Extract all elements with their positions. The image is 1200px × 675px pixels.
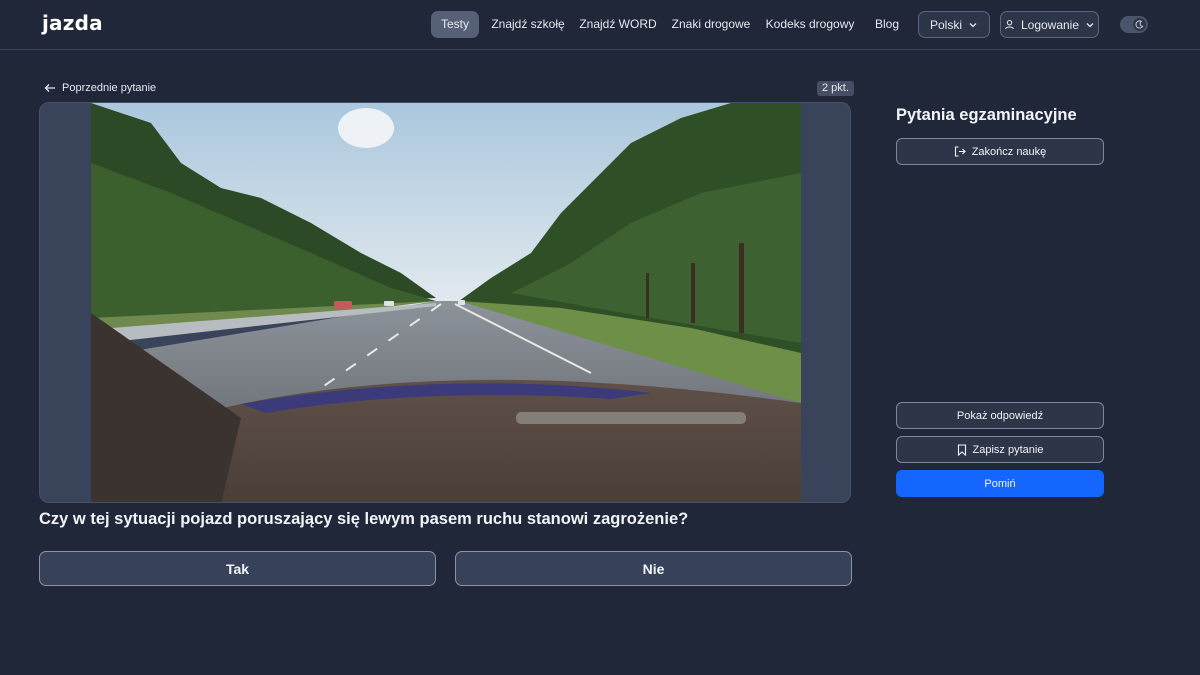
logo-text: jazda <box>42 11 103 35</box>
end-learning-button[interactable]: Zakończ naukę <box>896 138 1104 165</box>
login-button[interactable]: Logowanie <box>1000 11 1099 38</box>
skip-button[interactable]: Pomiń <box>896 470 1104 497</box>
chevron-down-icon <box>1086 22 1094 27</box>
login-label: Logowanie <box>1020 17 1080 32</box>
chevron-down-icon <box>969 22 977 27</box>
nav-item-testy[interactable]: Testy <box>431 11 479 38</box>
sidebar-title: Pytania egzaminacyjne <box>896 106 1077 124</box>
nav-item-kodeks-drogowy[interactable]: Kodeks drogowy <box>764 11 856 38</box>
previous-question-label: Poprzednie pytanie <box>62 82 157 94</box>
nav-item-znajdz-word[interactable]: Znajdź WORD <box>578 11 658 38</box>
answer-yes-button[interactable]: Tak <box>39 551 436 586</box>
question-text: Czy w tej sytuacji pojazd poruszający si… <box>39 510 689 528</box>
question-media <box>39 102 851 503</box>
show-answer-label: Pokaż odpowiedź <box>956 409 1044 422</box>
moon-icon <box>1135 20 1144 29</box>
language-label: Polski <box>929 17 962 32</box>
save-question-button[interactable]: Zapisz pytanie <box>896 436 1104 463</box>
previous-question-link[interactable]: Poprzednie pytanie <box>44 80 156 96</box>
language-select[interactable]: Polski <box>918 11 990 38</box>
logo[interactable]: jazda <box>42 10 103 36</box>
skip-label: Pomiń <box>984 477 1016 490</box>
user-icon <box>1005 19 1014 30</box>
end-learning-label: Zakończ naukę <box>971 145 1047 158</box>
road-scene-image <box>91 103 801 502</box>
bookmark-icon <box>957 443 966 456</box>
arrow-left-icon <box>44 84 55 92</box>
show-answer-button[interactable]: Pokaż odpowiedź <box>896 402 1104 429</box>
top-navbar: jazda Testy Znajdź szkołę Znajdź WORD Zn… <box>0 0 1200 50</box>
toggle-knob <box>1133 18 1146 31</box>
answer-no-button[interactable]: Nie <box>455 551 852 586</box>
nav-item-znaki-drogowe[interactable]: Znaki drogowe <box>669 11 753 38</box>
save-question-label: Zapisz pytanie <box>972 443 1044 456</box>
logout-icon <box>954 146 966 157</box>
theme-toggle[interactable] <box>1120 16 1148 33</box>
points-badge: 2 pkt. <box>817 81 854 96</box>
nav-item-blog[interactable]: Blog <box>868 11 906 38</box>
nav-item-znajdz-szkole[interactable]: Znajdź szkołę <box>489 11 567 38</box>
